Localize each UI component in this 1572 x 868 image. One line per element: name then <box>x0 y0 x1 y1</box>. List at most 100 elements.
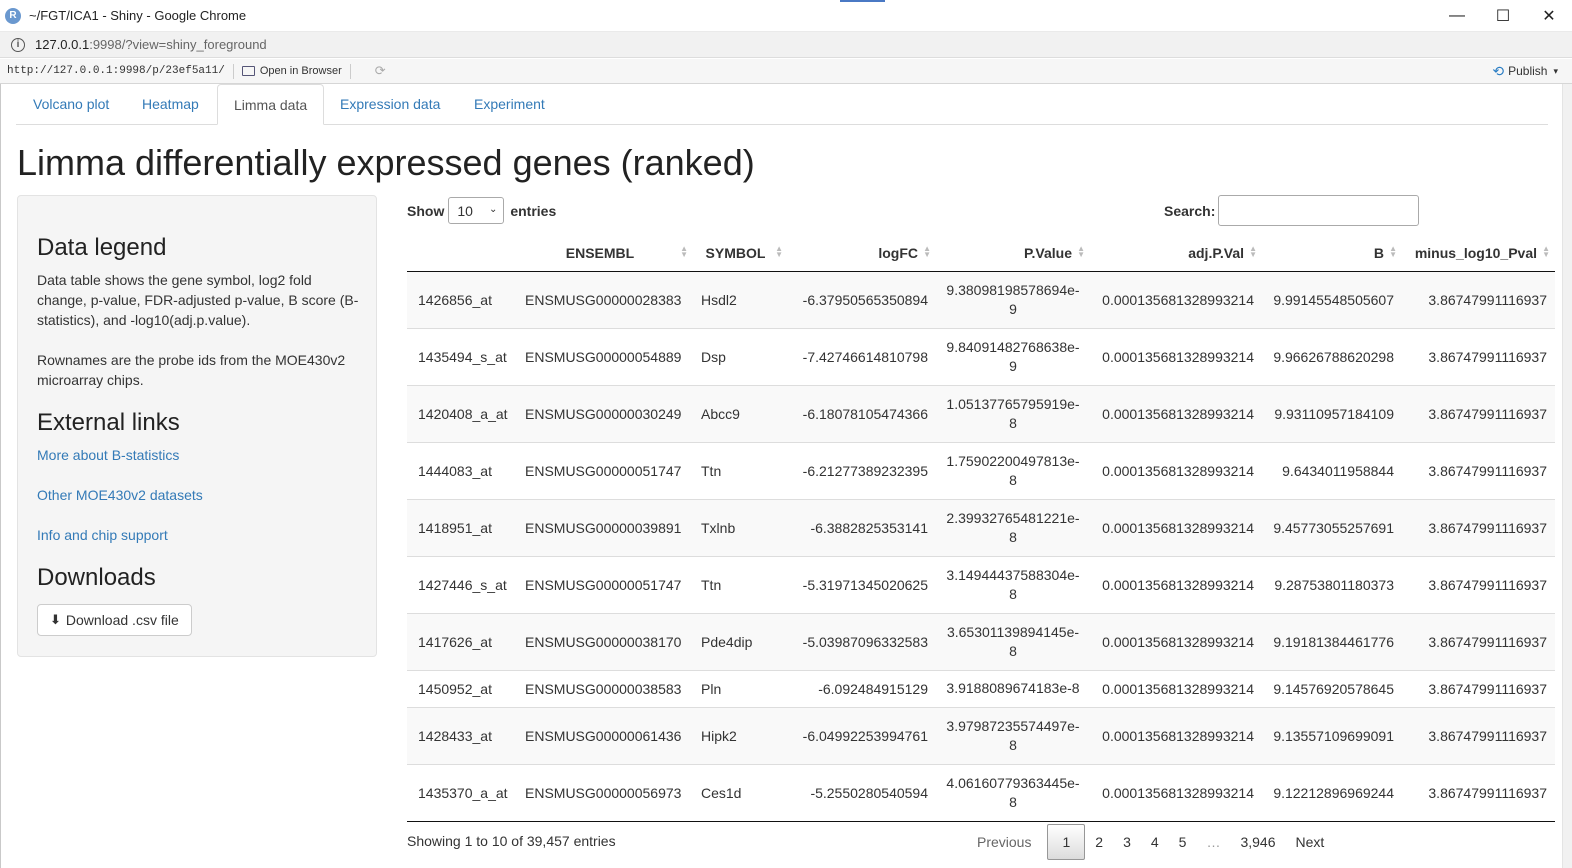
cell-b: 9.45773055257691 <box>1262 498 1402 556</box>
link-moe430v2-datasets[interactable]: Other MOE430v2 datasets <box>37 487 203 503</box>
cell-rowname: 1418951_at <box>407 498 517 556</box>
pagination-page-1[interactable]: 1 <box>1047 824 1086 860</box>
cell-symbol: Hsdl2 <box>693 270 788 328</box>
cell-b: 9.12212896969244 <box>1262 763 1402 822</box>
cell-ensembl: ENSMUSG00000030249 <box>517 384 693 442</box>
column-header-symbol[interactable]: SYMBOL ▲ ▼ <box>693 235 788 272</box>
column-header-pvalue[interactable]: P.Value ▲ ▼ <box>936 235 1090 272</box>
sort-icon: ▲ ▼ <box>1542 244 1550 259</box>
tab-experiment[interactable]: Experiment <box>458 84 561 125</box>
minimize-button[interactable]: — <box>1434 0 1480 32</box>
cell-ensembl: ENSMUSG00000051747 <box>517 555 693 613</box>
vertical-scrollbar[interactable] <box>1562 84 1572 868</box>
pagination-next[interactable]: Next <box>1286 825 1335 859</box>
table-row[interactable]: 1417626_at ENSMUSG00000038170 Pde4dip -5.03… <box>407 612 1555 670</box>
tab-volcano-plot[interactable]: Volcano plot <box>17 84 125 125</box>
cell-minus-log10-pval: 3.86747991116937 <box>1402 706 1555 764</box>
publish-icon: ⟲ <box>1492 62 1505 79</box>
pagination-page-last[interactable]: 3,946 <box>1230 825 1285 859</box>
refresh-icon[interactable]: ⟳ <box>375 63 386 79</box>
page-length-control: Show 10 ⌄ entries <box>407 197 556 224</box>
toolbar-separator <box>232 63 234 79</box>
column-header-minus-log10-pval[interactable]: minus_log10_Pval ▲ ▼ <box>1402 235 1555 272</box>
column-header-adj-pval[interactable]: adj.P.Val ▲ ▼ <box>1090 235 1262 272</box>
cell-logfc: -6.04992253994761 <box>788 706 936 764</box>
pagination-page-2[interactable]: 2 <box>1085 825 1113 859</box>
cell-adj-pval: 0.000135681328993214 <box>1090 441 1262 499</box>
cell-b: 9.19181384461776 <box>1262 612 1402 670</box>
downloads-heading: Downloads <box>37 564 156 591</box>
table-header-row: ENSEMBL ▲ ▼ SYMBOL ▲ ▼ logFC ▲ ▼ P.Value ▲ ▼ adj… <box>407 235 1555 272</box>
cell-adj-pval: 0.000135681328993214 <box>1090 270 1262 328</box>
table-row[interactable]: 1450952_at ENSMUSG00000038583 Pln -6.092484… <box>407 669 1555 707</box>
cell-rowname: 1420408_a_at <box>407 384 517 442</box>
cell-logfc: -6.37950565350894 <box>788 270 936 328</box>
cell-minus-log10-pval: 3.86747991116937 <box>1402 498 1555 556</box>
shiny-app: Volcano plot Heatmap Limma data Expressi… <box>0 84 1562 868</box>
cell-ensembl: ENSMUSG00000028383 <box>517 270 693 328</box>
cell-adj-pval: 0.000135681328993214 <box>1090 763 1262 822</box>
tab-limma-data[interactable]: Limma data <box>217 84 325 125</box>
pagination-page-5[interactable]: 5 <box>1169 825 1197 859</box>
search-input[interactable] <box>1218 195 1420 226</box>
address-host: 127.0.0.1 <box>35 37 90 52</box>
column-header-logfc[interactable]: logFC ▲ ▼ <box>788 235 936 272</box>
cell-pvalue: 9.84091482768638e-9 <box>936 327 1090 385</box>
cell-logfc: -5.2550280540594 <box>788 763 936 822</box>
maximize-button[interactable]: ☐ <box>1480 0 1526 32</box>
pagination-previous[interactable]: Previous <box>967 825 1041 859</box>
cell-ensembl: ENSMUSG00000039891 <box>517 498 693 556</box>
sidebar-panel: Data legend Data table shows the gene sy… <box>17 195 377 657</box>
cell-ensembl: ENSMUSG00000061436 <box>517 706 693 764</box>
address-rest: :9998/?view=shiny_foreground <box>89 37 267 52</box>
cell-adj-pval: 0.000135681328993214 <box>1090 384 1262 442</box>
cell-ensembl: ENSMUSG00000051747 <box>517 441 693 499</box>
table-row[interactable]: 1420408_a_at ENSMUSG00000030249 Abcc9 -6.18… <box>407 384 1555 442</box>
cell-logfc: -6.092484915129 <box>788 669 936 707</box>
cell-ensembl: ENSMUSG00000038583 <box>517 669 693 707</box>
rstudio-viewer-toolbar: http://127.0.0.1:9998/p/23ef5a11/ Open i… <box>0 59 1572 84</box>
table-row[interactable]: 1428433_at ENSMUSG00000061436 Hipk2 -6.0499… <box>407 706 1555 764</box>
publish-button[interactable]: ⟲ Publish ▾ <box>1492 63 1558 80</box>
link-b-statistics[interactable]: More about B-statistics <box>37 447 179 463</box>
table-row[interactable]: 1444083_at ENSMUSG00000051747 Ttn -6.212773… <box>407 441 1555 499</box>
cell-rowname: 1417626_at <box>407 612 517 670</box>
viewer-url[interactable]: http://127.0.0.1:9998/p/23ef5a11/ <box>7 65 225 77</box>
cell-logfc: -6.3882825353141 <box>788 498 936 556</box>
column-header-rowname[interactable] <box>407 235 517 272</box>
open-in-browser-button[interactable]: Open in Browser <box>241 65 342 77</box>
close-button[interactable]: ✕ <box>1526 0 1572 32</box>
adj-pval-header-label: adj.P.Val <box>1188 244 1244 261</box>
b-header-label: B <box>1373 244 1384 261</box>
sort-icon: ▲ ▼ <box>680 244 688 259</box>
sort-icon: ▲ ▼ <box>1249 244 1257 259</box>
table-row[interactable]: 1427446_s_at ENSMUSG00000051747 Ttn -5.3197… <box>407 555 1555 613</box>
cell-b: 9.6434011958844 <box>1262 441 1402 499</box>
cell-minus-log10-pval: 3.86747991116937 <box>1402 270 1555 328</box>
pagination-page-3[interactable]: 3 <box>1113 825 1141 859</box>
cell-symbol: Pln <box>693 669 788 707</box>
address-url[interactable]: 127.0.0.1:9998/?view=shiny_foreground <box>35 37 267 52</box>
link-chip-support[interactable]: Info and chip support <box>37 527 168 543</box>
window-titlebar: R ~/FGT/ICA1 - Shiny - Google Chrome — ☐… <box>0 0 1572 32</box>
column-header-b[interactable]: B ▲ ▼ <box>1262 235 1402 272</box>
tab-expression-data[interactable]: Expression data <box>324 84 456 125</box>
table-row[interactable]: 1435370_a_at ENSMUSG00000056973 Ces1d -5.25… <box>407 763 1555 822</box>
download-csv-button[interactable]: ⬇ Download .csv file <box>37 604 192 636</box>
cell-pvalue: 1.75902200497813e-8 <box>936 441 1090 499</box>
rownames-text: Rownames are the probe ids from the MOE4… <box>37 352 346 388</box>
cell-logfc: -6.21277389232395 <box>788 441 936 499</box>
limma-table: ENSEMBL ▲ ▼ SYMBOL ▲ ▼ logFC ▲ ▼ P.Value ▲ ▼ adj… <box>407 235 1555 822</box>
tab-heatmap[interactable]: Heatmap <box>126 84 215 125</box>
address-bar[interactable]: i 127.0.0.1:9998/?view=shiny_foreground <box>0 32 1572 58</box>
search-label: Search: <box>1164 202 1216 219</box>
entries-select[interactable]: 10 ⌄ <box>448 197 505 224</box>
table-row[interactable]: 1418951_at ENSMUSG00000039891 Txlnb -6.3882… <box>407 498 1555 556</box>
data-legend-text: Data table shows the gene symbol, log2 f… <box>37 272 359 328</box>
cell-minus-log10-pval: 3.86747991116937 <box>1402 612 1555 670</box>
pagination-page-4[interactable]: 4 <box>1141 825 1169 859</box>
site-info-icon[interactable]: i <box>11 37 25 52</box>
column-header-ensembl[interactable]: ENSEMBL ▲ ▼ <box>517 235 693 272</box>
table-row[interactable]: 1435494_s_at ENSMUSG00000054889 Dsp -7.4274… <box>407 327 1555 385</box>
table-row[interactable]: 1426856_at ENSMUSG00000028383 Hsdl2 -6.3795… <box>407 270 1555 328</box>
